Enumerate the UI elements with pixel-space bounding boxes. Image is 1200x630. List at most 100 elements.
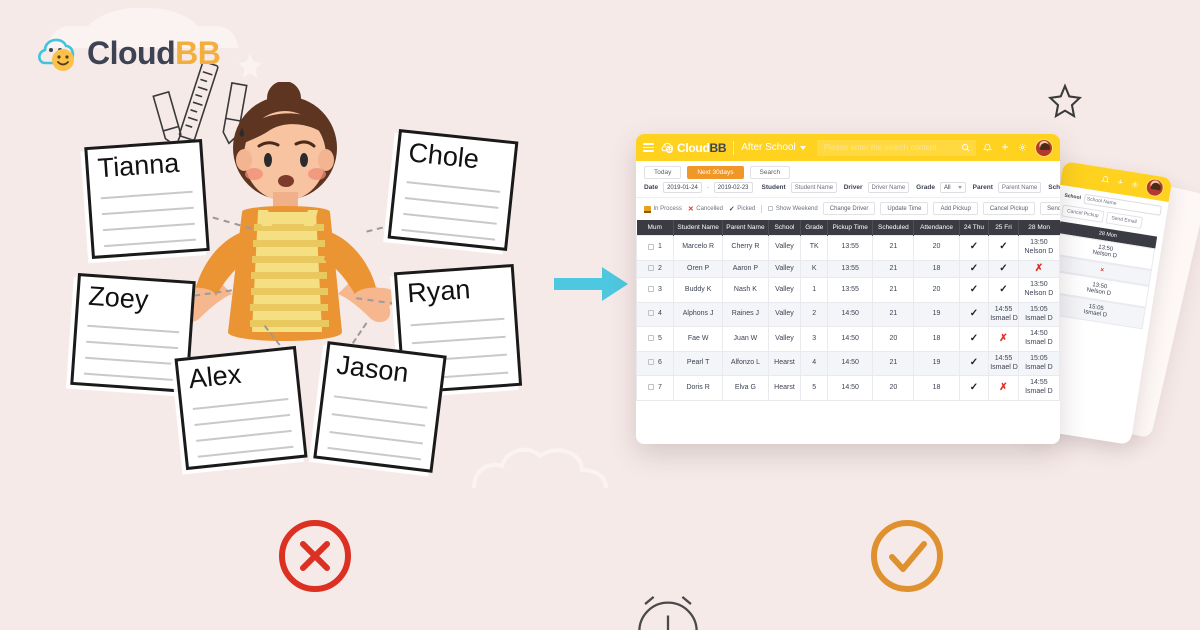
check-icon: ✓	[728, 205, 735, 213]
cell-24-thu[interactable]: ✓	[958, 277, 990, 303]
cell-25-fri[interactable]: 14:55 Ismael D	[988, 350, 1019, 377]
column-grade[interactable]: Grade	[800, 220, 829, 236]
table-row[interactable]: 5 Fae W Juan W Valley 3 14:50 20 18 ✓ ✗ 14:50 Ismae…	[636, 326, 1060, 352]
cell-attendance: 18	[913, 375, 960, 401]
row-checkbox[interactable]	[648, 264, 655, 271]
bell-icon[interactable]	[982, 139, 993, 157]
cell-28-mon[interactable]: ✗	[1017, 259, 1060, 279]
cell-28-mon[interactable]: 15:05 Ismael D	[1017, 301, 1060, 328]
column-school[interactable]: School	[768, 220, 802, 236]
pickup-time-value: 14:50	[1030, 330, 1048, 338]
table-row[interactable]: 1 Marcelo R Cherry R Valley TK 13:55 21 20 ✓ ✓ 13:…	[636, 235, 1060, 261]
cell-25-fri[interactable]: ✗	[988, 326, 1019, 352]
column-scheduled[interactable]: Scheduled	[872, 220, 915, 236]
column-24-thu[interactable]: 24 Thu	[959, 220, 990, 236]
gear-icon[interactable]	[1018, 139, 1027, 157]
cell-28-mon[interactable]: 13:50 Nelson D	[1017, 235, 1060, 261]
cell-mum[interactable]: 5	[636, 326, 674, 352]
table-row[interactable]: 3 Buddy K Nash K Valley 1 13:55 21 20 ✓ ✓ 13:50 Nel…	[636, 277, 1060, 303]
row-checkbox[interactable]	[648, 383, 655, 390]
search-input[interactable]: Please enter the search content	[816, 139, 976, 156]
add-pickup-button[interactable]: Add Pickup	[933, 202, 978, 215]
row-checkbox[interactable]	[648, 285, 655, 292]
checkbox-icon[interactable]	[768, 206, 774, 211]
driver-name-value: Ismael D	[1025, 363, 1053, 371]
cell-mum[interactable]: 1	[636, 235, 674, 261]
cell-mum[interactable]: 7	[636, 375, 674, 401]
app-logo[interactable]: CloudBB	[661, 141, 727, 155]
grade-select[interactable]: All	[939, 182, 966, 193]
check-icon: ✓	[999, 241, 1008, 253]
table-row[interactable]: 4 Alphons J Raines J Valley 2 14:50 21 19 ✓ 14:55…	[636, 301, 1060, 328]
driver-name-value: Nelson D	[1024, 247, 1054, 255]
brand-logo: CloudBB	[36, 32, 221, 74]
row-checkbox[interactable]	[648, 243, 655, 250]
cell-28-mon[interactable]: 15:05 Ismael D	[1017, 350, 1060, 377]
cell-28-mon[interactable]: 14:50 Ismael D	[1017, 326, 1060, 352]
row-checkbox[interactable]	[648, 310, 655, 317]
cell-25-fri[interactable]: ✓	[988, 259, 1019, 279]
update-time-button[interactable]: Update Time	[880, 202, 929, 215]
send-sms-button[interactable]: Send SMS	[1040, 202, 1060, 215]
change-driver-button[interactable]: Change Driver	[822, 202, 876, 215]
cell-25-fri[interactable]: 14:55 Ismael D	[988, 301, 1019, 328]
cell-student-name: Fae W	[672, 326, 724, 352]
cell-parent-name: Cherry R	[722, 235, 769, 261]
driver-name-input[interactable]: Driver Name	[867, 182, 910, 193]
cell-school: Valley	[767, 326, 802, 352]
row-number: 1	[657, 243, 662, 251]
cancel-pickup-button[interactable]: Cancel Pickup	[982, 202, 1036, 215]
table-row[interactable]: 2 Oren P Aaron P Valley K 13:55 21 18 ✓ ✓ ✗	[636, 259, 1060, 279]
column-attendance[interactable]: Attendance	[913, 220, 960, 236]
cell-24-thu[interactable]: ✓	[958, 375, 990, 401]
table-row[interactable]: 7 Doris R Elva G Hearst 5 14:50 20 18 ✓ ✗ 14:55 Ism…	[636, 375, 1060, 401]
tab-today[interactable]: Today	[644, 166, 682, 179]
cell-student-name: Oren P	[672, 259, 724, 279]
row-checkbox[interactable]	[648, 359, 655, 366]
cell-grade: 3	[800, 326, 829, 352]
column-parent-name[interactable]: Parent Name	[722, 220, 769, 236]
cell-24-thu[interactable]: ✓	[958, 259, 990, 279]
cell-mum[interactable]: 3	[636, 277, 674, 303]
avatar[interactable]	[1035, 138, 1053, 157]
cell-25-fri[interactable]: ✓	[988, 277, 1019, 303]
tab-next-30days[interactable]: Next 30days	[687, 166, 744, 179]
cell-28-mon[interactable]: 13:50 Nelson D	[1017, 277, 1060, 303]
parent-name-input[interactable]: Parent Name	[997, 182, 1042, 193]
cell-24-thu[interactable]: ✓	[958, 235, 990, 261]
date-to-input[interactable]: 2019-02-23	[713, 182, 753, 193]
note-card-name: Tianna	[96, 147, 181, 184]
cell-mum[interactable]: 4	[636, 301, 674, 328]
logo-text-bb: BB	[175, 34, 221, 71]
action-buttons: Change Driver Update Time Add Pickup Can…	[822, 202, 1060, 215]
filter-label-driver: Driver	[843, 184, 863, 191]
cell-24-thu[interactable]: ✓	[958, 301, 990, 328]
table-row[interactable]: 6 Pearl T Alfonzo L Hearst 4 14:50 21 19 ✓ 14:55 I…	[636, 350, 1060, 377]
column-student-name[interactable]: Student Name	[673, 220, 724, 236]
row-checkbox[interactable]	[648, 334, 655, 341]
navbar-icons	[982, 138, 1053, 157]
driver-name-value: Ismael D	[1025, 314, 1053, 322]
column-mum[interactable]: Mum	[636, 220, 674, 236]
cell-25-fri[interactable]: ✓	[988, 235, 1019, 261]
cell-25-fri[interactable]: ✗	[988, 375, 1019, 401]
check-icon: ✓	[969, 241, 979, 253]
hamburger-menu-icon[interactable]	[643, 143, 654, 152]
column-pickup-time[interactable]: Pickup Time	[827, 220, 874, 236]
workspace-selector[interactable]: After School	[741, 142, 806, 153]
plus-icon[interactable]	[1000, 139, 1010, 157]
note-card-name: Zoey	[87, 280, 150, 315]
cell-24-thu[interactable]: ✓	[958, 326, 990, 352]
tab-search[interactable]: Search	[749, 166, 791, 179]
show-weekend-toggle[interactable]: Show Weekend	[768, 206, 818, 212]
column-28-mon[interactable]: 28 Mon	[1018, 220, 1060, 236]
cell-mum[interactable]: 2	[636, 259, 674, 279]
search-icon[interactable]	[961, 143, 970, 154]
student-name-input[interactable]: Student Name	[790, 182, 837, 193]
cell-mum[interactable]: 6	[636, 350, 674, 377]
column-25-fri[interactable]: 25 Fri	[988, 220, 1019, 236]
cell-24-thu[interactable]: ✓	[958, 350, 990, 377]
alarm-clock-icon	[625, 584, 711, 630]
cell-28-mon[interactable]: 14:55 Ismael D	[1017, 375, 1060, 401]
date-from-input[interactable]: 2019-01-24	[663, 182, 702, 193]
